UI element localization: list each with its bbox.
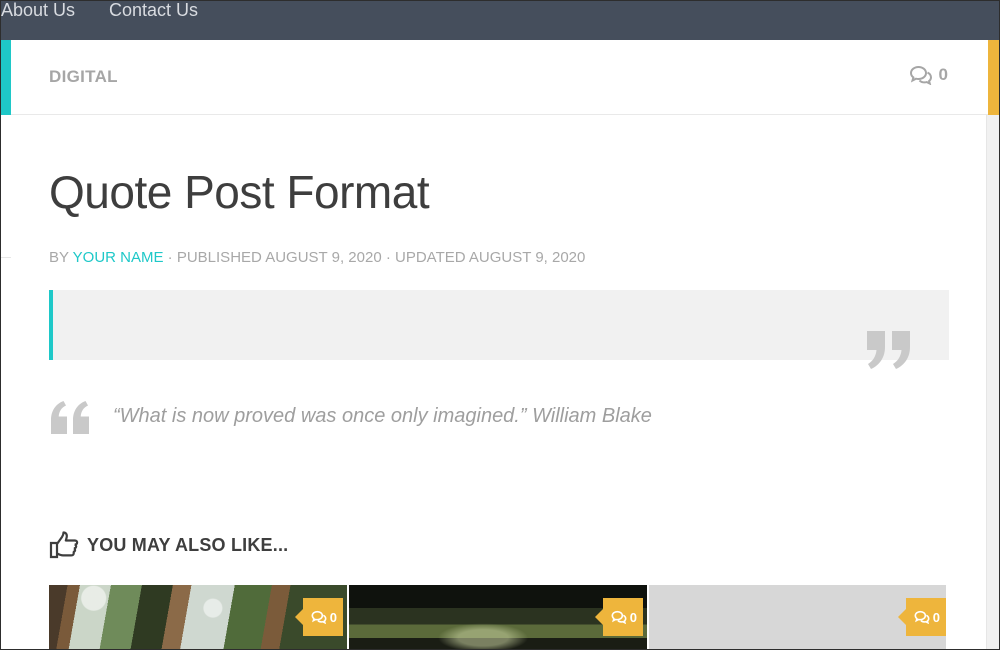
- quote-text: “What is now proved was once only imagin…: [113, 405, 652, 427]
- published-date: AUGUST 9, 2020: [265, 249, 382, 266]
- post-byline: BY YOUR NAME · PUBLISHED AUGUST 9, 2020 …: [49, 249, 585, 266]
- related-post-card[interactable]: 0: [349, 585, 647, 649]
- updated-date: AUGUST 9, 2020: [468, 249, 586, 266]
- right-sidebar-rail: [986, 115, 999, 649]
- left-rail-divider: [1, 257, 11, 258]
- comments-count: 0: [938, 65, 948, 84]
- page-frame: About Us Contact Us DIGITAL 0 Quote Post…: [0, 0, 1000, 650]
- comments-icon: [311, 610, 327, 624]
- comment-badge: 0: [594, 598, 643, 636]
- quote-open-icon: [51, 401, 89, 434]
- related-heading: YOU MAY ALSO LIKE...: [49, 531, 288, 559]
- comment-count: 0: [932, 609, 940, 625]
- comment-count: 0: [629, 609, 637, 625]
- left-accent-strip: [1, 40, 11, 115]
- comment-count: 0: [329, 609, 337, 625]
- category-link[interactable]: DIGITAL: [49, 67, 118, 87]
- related-post-card[interactable]: 0: [49, 585, 347, 649]
- comments-icon: [914, 610, 930, 624]
- comment-badge: 0: [897, 598, 946, 636]
- comment-badge: 0: [294, 598, 343, 636]
- category-bar: DIGITAL 0: [11, 40, 988, 115]
- byline-published-label: · PUBLISHED: [167, 249, 262, 266]
- related-posts-grid: 0 0 0: [49, 585, 949, 649]
- page-title: Quote Post Format: [49, 166, 430, 218]
- author-link[interactable]: YOUR NAME: [73, 249, 164, 266]
- thumbs-up-pointing-icon: [49, 531, 79, 559]
- comments-link[interactable]: 0: [909, 65, 948, 85]
- top-nav: About Us Contact Us: [1, 1, 999, 40]
- related-heading-label: YOU MAY ALSO LIKE...: [87, 534, 289, 555]
- comments-icon: [611, 610, 627, 624]
- quote-format-box: [49, 290, 949, 360]
- comments-icon: [909, 65, 932, 85]
- byline-updated-label: · UPDATED: [385, 249, 466, 266]
- nav-about-us[interactable]: About Us: [1, 1, 75, 22]
- nav-contact-us[interactable]: Contact Us: [109, 1, 198, 22]
- quote-close-icon: [867, 331, 910, 369]
- related-post-card[interactable]: 0: [649, 585, 946, 649]
- byline-by: BY: [49, 249, 69, 266]
